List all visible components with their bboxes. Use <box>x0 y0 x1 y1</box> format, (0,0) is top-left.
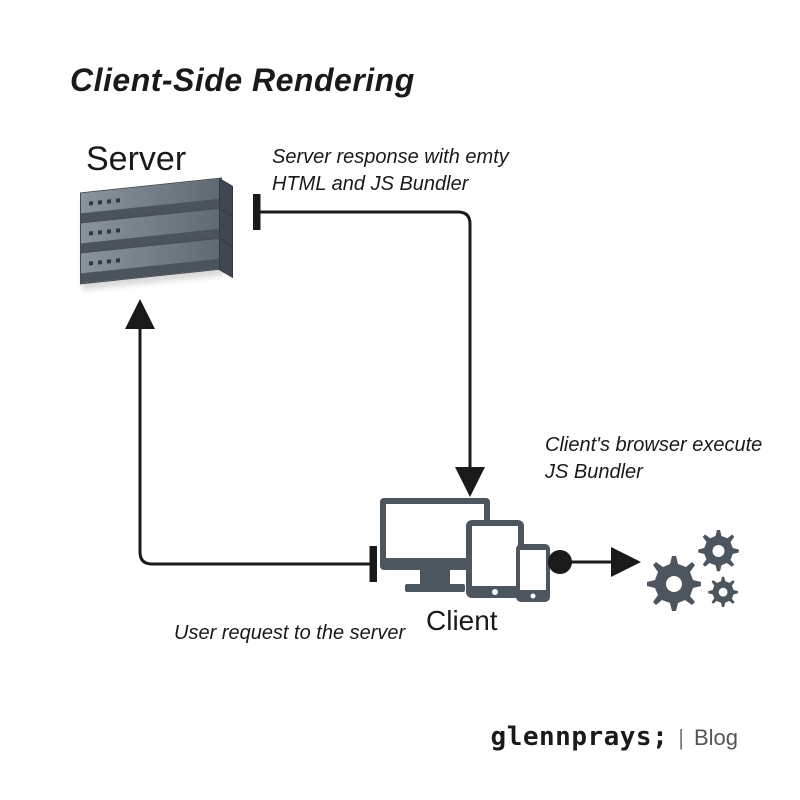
gears-icon <box>642 518 752 613</box>
server-node-label: Server <box>86 140 186 179</box>
edge-label-execute-bundler: Client's browser execute JS Bundler <box>545 432 765 486</box>
client-devices-icon <box>380 498 555 608</box>
diagram-arrows <box>0 0 800 800</box>
client-node-label: Client <box>426 605 498 637</box>
brand-footer: glennprays; | Blog <box>491 722 738 752</box>
brand-main: glennprays; <box>491 722 669 752</box>
brand-separator: | <box>676 725 686 751</box>
edge-label-user-request: User request to the server <box>174 620 405 647</box>
server-icon <box>80 185 220 285</box>
edge-label-server-response: Server response with emty HTML and JS Bu… <box>272 144 532 198</box>
brand-sub: Blog <box>694 725 738 751</box>
page-title: Client-Side Rendering <box>70 62 415 99</box>
